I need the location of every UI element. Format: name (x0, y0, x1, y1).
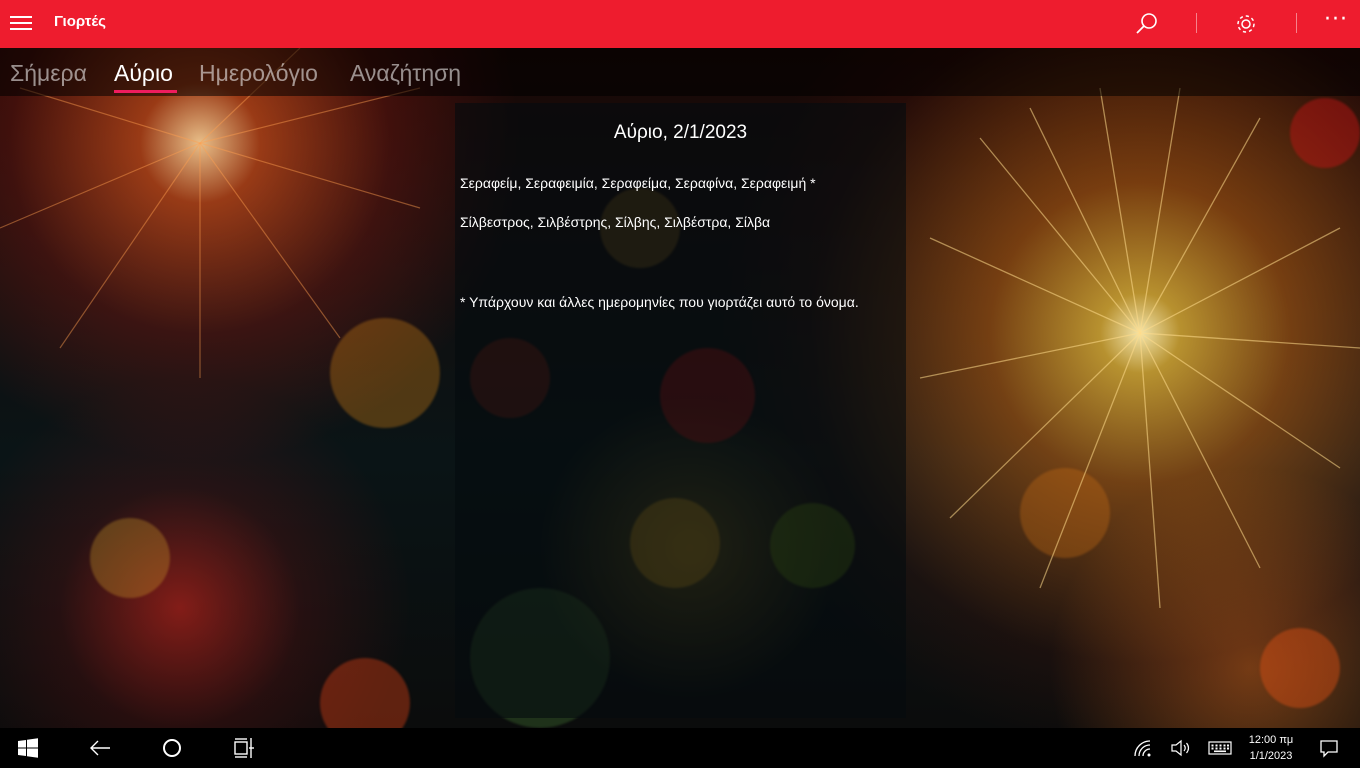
active-tab-indicator (114, 90, 177, 93)
search-icon[interactable] (1133, 10, 1161, 38)
tab-tomorrow[interactable]: Αύριο (114, 60, 173, 87)
page-title: Αύριο, 2/1/2023 (613, 122, 748, 143)
windows-start-icon[interactable] (16, 736, 40, 760)
gear-icon[interactable] (1232, 10, 1260, 38)
clock-time: 12:00 πμ (1248, 734, 1294, 746)
nameday-list-item: Σίλβεστρος, Σιλβέστρης, Σίλβης, Σιλβέστρ… (460, 214, 771, 230)
nameday-panel: Αύριο, 2/1/2023 Σεραφείμ, Σεραφειμία, Σε… (455, 103, 906, 718)
footnote: * Υπάρχουν και άλλες ημερομηνίες που γιο… (460, 294, 859, 310)
nameday-list-item: Σεραφείμ, Σεραφειμία, Σεραφείμα, Σεραφίν… (460, 175, 816, 191)
cortana-circle-icon[interactable] (160, 736, 184, 760)
task-view-icon[interactable] (232, 736, 256, 760)
system-clock[interactable]: 12:00 πμ 1/1/2023 (1236, 732, 1306, 764)
tab-today[interactable]: Σήμερα (10, 60, 87, 87)
more-icon[interactable]: ··· (1322, 9, 1350, 38)
taskbar: 12:00 πμ 1/1/2023 (0, 728, 1360, 768)
volume-icon[interactable] (1169, 736, 1193, 760)
wifi-icon[interactable] (1130, 736, 1154, 760)
title-separator (1296, 13, 1297, 33)
notifications-icon[interactable] (1317, 736, 1341, 760)
keyboard-icon[interactable] (1207, 736, 1233, 760)
back-arrow-icon[interactable] (88, 736, 112, 760)
title-separator (1196, 13, 1197, 33)
hamburger-icon[interactable] (10, 16, 32, 32)
clock-date: 1/1/2023 (1249, 750, 1293, 762)
title-bar: Γιορτές ··· (0, 0, 1360, 48)
pivot-header: Σήμερα Αύριο Ημερολόγιο Αναζήτηση (0, 48, 1360, 96)
tab-search[interactable]: Αναζήτηση (350, 60, 461, 87)
tab-calendar[interactable]: Ημερολόγιο (199, 60, 318, 87)
app-title: Γιορτές (54, 13, 106, 30)
